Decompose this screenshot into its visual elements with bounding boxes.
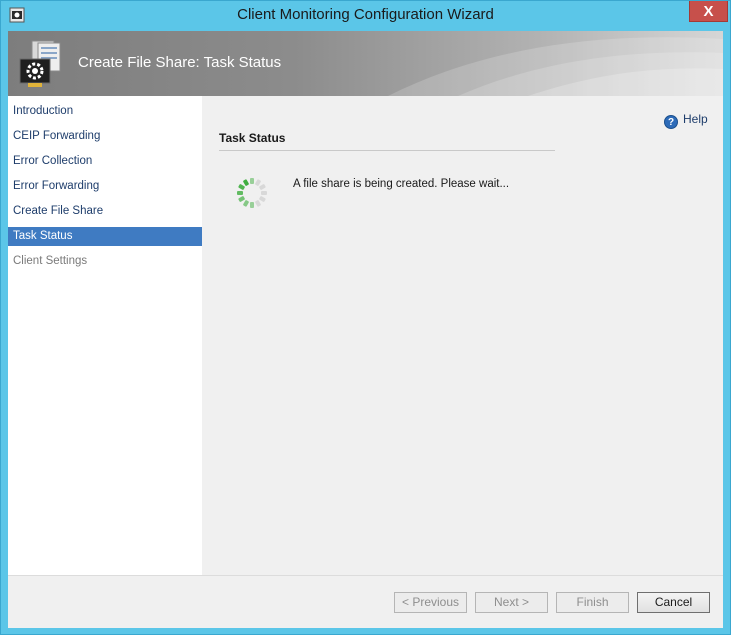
title-bar[interactable]: Client Monitoring Configuration Wizard X — [1, 1, 730, 31]
nav-item-introduction[interactable]: Introduction — [8, 102, 202, 121]
nav-item-ceip-forwarding[interactable]: CEIP Forwarding — [8, 127, 202, 146]
page-title: Create File Share: Task Status — [78, 54, 282, 71]
main-content: ? Help Task Status A file share is being … — [202, 96, 723, 575]
progress-spinner-icon — [237, 178, 267, 208]
wizard-step-nav: Introduction CEIP Forwarding Error Colle… — [8, 96, 202, 575]
spinner-segment — [259, 184, 266, 190]
spinner-segment — [259, 196, 266, 202]
nav-item-error-forwarding[interactable]: Error Forwarding — [8, 177, 202, 196]
spinner-segment — [261, 191, 267, 195]
server-gear-icon — [19, 40, 61, 87]
spinner-segment — [255, 200, 261, 207]
previous-button: < Previous — [394, 592, 467, 613]
help-link[interactable]: ? Help — [664, 111, 708, 129]
nav-item-error-collection[interactable]: Error Collection — [8, 152, 202, 171]
spinner-segment — [250, 178, 254, 184]
section-title: Task Status — [219, 131, 286, 145]
spinner-segment — [243, 200, 249, 207]
close-button[interactable]: X — [689, 1, 728, 22]
help-icon: ? — [664, 115, 678, 129]
wizard-body: Create File Share: Task Status Introduct… — [8, 31, 723, 628]
wizard-window: Client Monitoring Configuration Wizard X… — [0, 0, 731, 635]
wizard-banner: Create File Share: Task Status — [8, 31, 723, 96]
spinner-segment — [255, 179, 261, 186]
nav-item-client-settings: Client Settings — [13, 255, 88, 267]
nav-item-create-file-share[interactable]: Create File Share — [8, 202, 202, 221]
next-button: Next > — [475, 592, 548, 613]
help-label: Help — [683, 112, 708, 126]
spinner-segment — [238, 184, 245, 190]
spinner-segment — [243, 179, 249, 186]
spinner-segment — [237, 191, 243, 195]
status-message: A file share is being created. Please wa… — [293, 178, 510, 190]
window-title: Client Monitoring Configuration Wizard — [237, 6, 494, 23]
cancel-button[interactable]: Cancel — [637, 592, 710, 613]
spinner-segment — [250, 202, 254, 208]
nav-item-task-status[interactable]: Task Status — [8, 227, 202, 246]
section-divider — [219, 150, 555, 151]
wizard-footer: < Previous Next > Finish Cancel — [8, 575, 723, 628]
spinner-segment — [238, 196, 245, 202]
finish-button: Finish — [556, 592, 629, 613]
